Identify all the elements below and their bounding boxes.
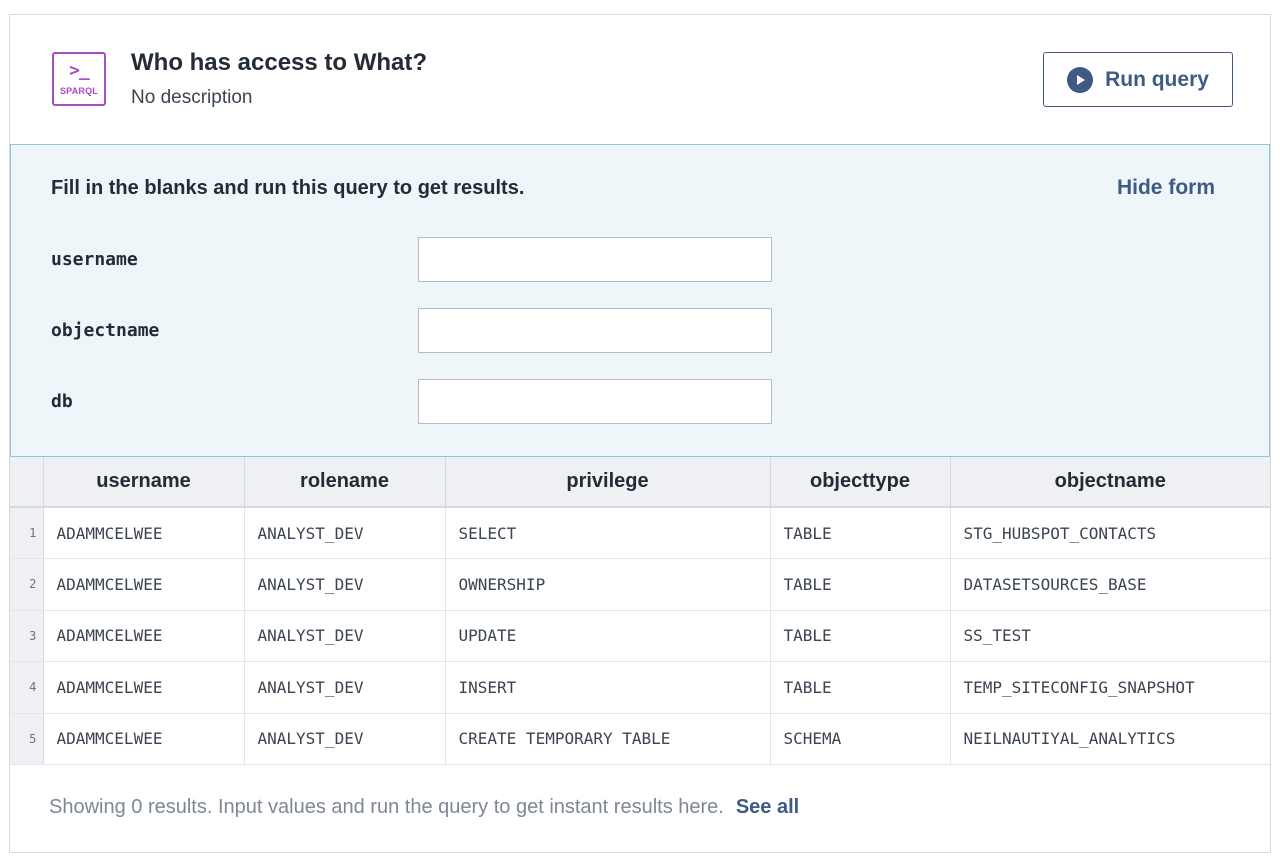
query-title: Who has access to What? [131,49,428,76]
terminal-prompt-icon: >_ [69,60,90,81]
form-instructions: Fill in the blanks and run this query to… [51,177,525,199]
query-header: >_ SPARQL Who has access to What? No des… [10,15,1270,144]
table-cell: DATASETSOURCES_BASE [950,558,1270,611]
column-header[interactable]: objecttype [770,457,951,508]
table-row: 5 ADAMMCELWEE ANALYST_DEV CREATE TEMPORA… [10,713,1270,765]
table-cell: TABLE [770,610,951,662]
table-row: 4 ADAMMCELWEE ANALYST_DEV INSERT TABLE T… [10,661,1270,714]
table-cell: OWNERSHIP [445,558,771,611]
table-cell: ANALYST_DEV [244,507,446,559]
row-index: 5 [10,713,44,765]
see-all-link[interactable]: See all [736,796,799,818]
table-cell: ADAMMCELWEE [43,558,245,611]
table-cell: ANALYST_DEV [244,661,446,714]
username-input[interactable] [418,237,772,282]
run-query-button[interactable]: Run query [1043,52,1233,107]
table-cell: TABLE [770,558,951,611]
play-icon [1067,66,1094,93]
row-index: 2 [10,558,44,611]
table-row: 2 ADAMMCELWEE ANALYST_DEV OWNERSHIP TABL… [10,558,1270,611]
table-cell: ADAMMCELWEE [43,661,245,714]
db-input[interactable] [418,379,772,424]
table-cell: TABLE [770,661,951,714]
sparql-tag: SPARQL [59,86,99,96]
table-cell: NEILNAUTIYAL_ANALYTICS [950,713,1270,765]
objectname-label: objectname [51,320,160,341]
row-index: 3 [10,610,44,662]
column-header[interactable]: objectname [950,457,1270,508]
table-header-row: username rolename privilege objecttype o… [10,457,1270,508]
hide-form-link[interactable]: Hide form [1117,176,1215,200]
results-message: Showing 0 results. Input values and run … [49,796,724,818]
run-query-label: Run query [1105,67,1209,91]
column-header[interactable]: username [43,457,245,508]
table-cell: ANALYST_DEV [244,610,446,662]
table-cell: TEMP_SITECONFIG_SNAPSHOT [950,661,1270,714]
table-cell: ANALYST_DEV [244,713,446,765]
results-table: username rolename privilege objecttype o… [10,457,1270,765]
row-index: 4 [10,661,44,714]
table-cell: ANALYST_DEV [244,558,446,611]
column-header[interactable]: privilege [445,457,771,508]
table-cell: INSERT [445,661,771,714]
column-header[interactable]: rolename [244,457,446,508]
parameter-form: Fill in the blanks and run this query to… [10,144,1270,457]
table-cell: SELECT [445,507,771,559]
table-cell: ADAMMCELWEE [43,507,245,559]
table-cell: ADAMMCELWEE [43,713,245,765]
table-cell: SCHEMA [770,713,951,765]
table-cell: TABLE [770,507,951,559]
row-index-header [10,457,44,508]
username-label: username [51,249,138,270]
query-description: No description [131,87,253,108]
query-card: >_ SPARQL Who has access to What? No des… [9,14,1271,853]
results-footer: Showing 0 results. Input values and run … [49,796,799,819]
table-cell: ADAMMCELWEE [43,610,245,662]
row-index: 1 [10,507,44,559]
sparql-icon: >_ SPARQL [52,52,106,106]
table-row: 3 ADAMMCELWEE ANALYST_DEV UPDATE TABLE S… [10,610,1270,662]
db-label: db [51,391,73,412]
table-cell: STG_HUBSPOT_CONTACTS [950,507,1270,559]
objectname-input[interactable] [418,308,772,353]
table-cell: UPDATE [445,610,771,662]
results-table-container: username rolename privilege objecttype o… [10,457,1270,765]
table-cell: CREATE TEMPORARY TABLE [445,713,771,765]
table-row: 1 ADAMMCELWEE ANALYST_DEV SELECT TABLE S… [10,507,1270,559]
table-cell: SS_TEST [950,610,1270,662]
